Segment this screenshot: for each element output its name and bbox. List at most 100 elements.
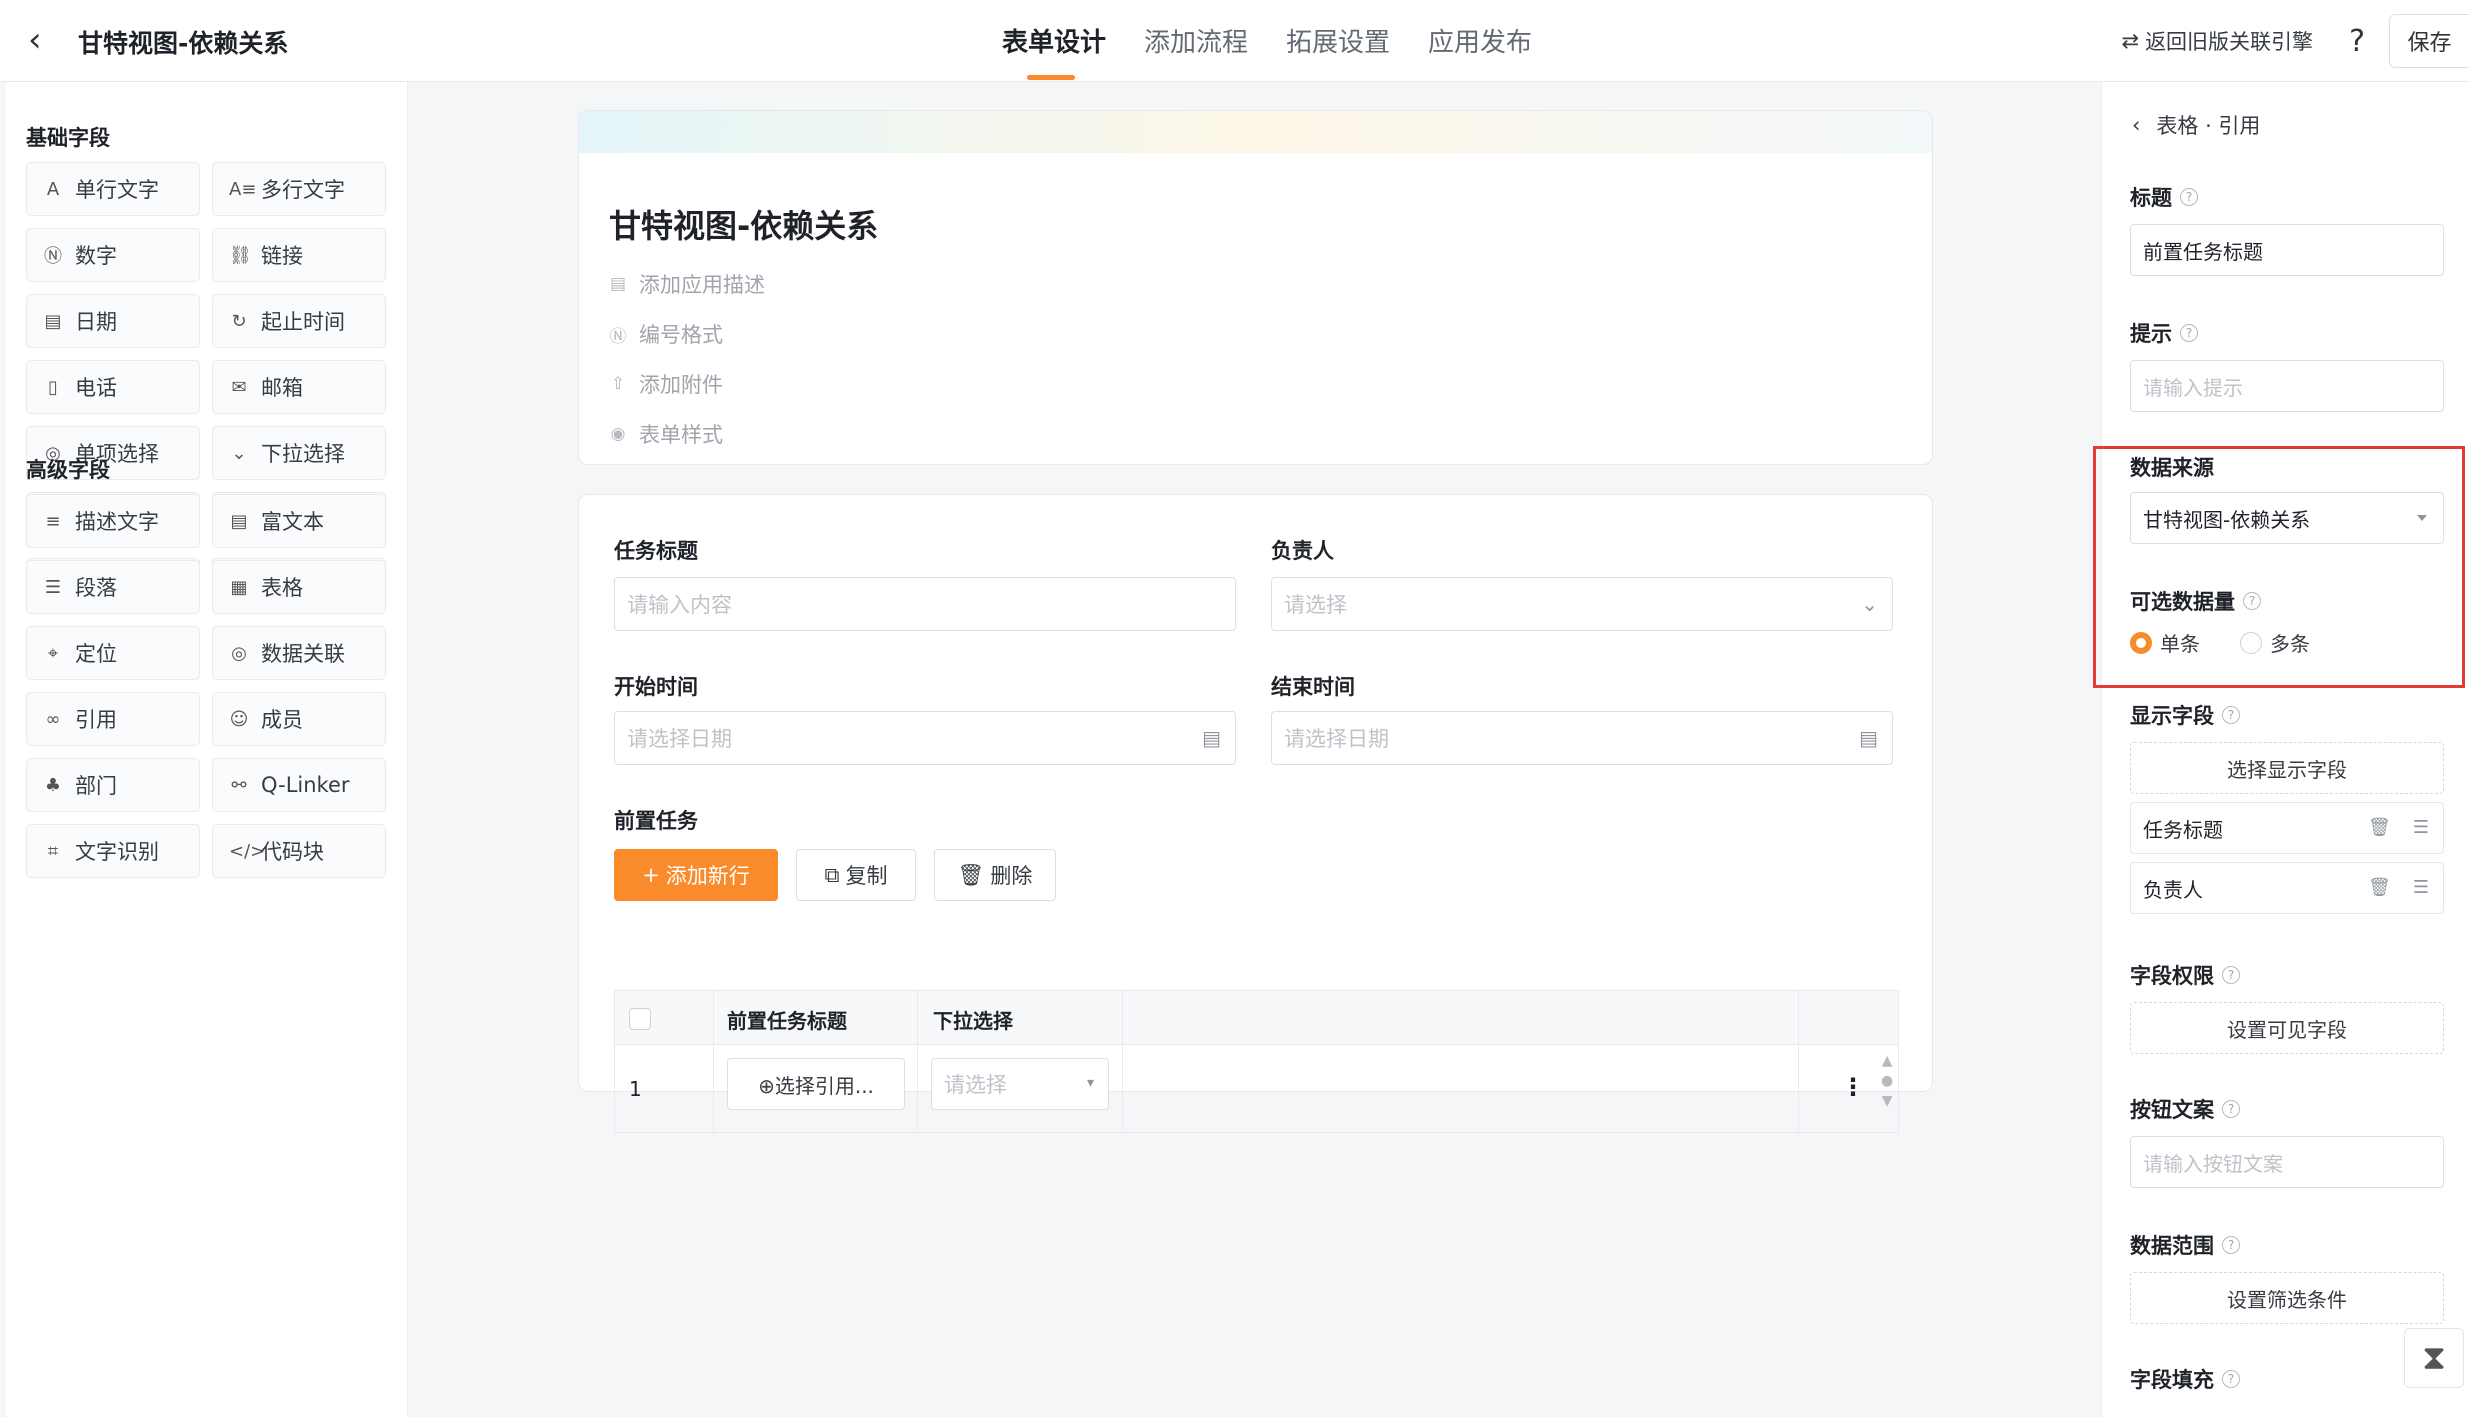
copy-icon: ⧉	[824, 862, 840, 887]
title-property-label: 标题?	[2130, 182, 2198, 212]
field-type-icon: ⌄	[231, 442, 247, 464]
question-icon: ?	[2222, 1236, 2240, 1254]
tab-form-design[interactable]: 表单设计	[1002, 22, 1106, 80]
advanced-field-button[interactable]: ⚯ Q-Linker	[212, 758, 386, 812]
hint-property-label: 提示?	[2130, 318, 2198, 348]
field-type-icon: ◎	[231, 642, 247, 664]
hint-property-input[interactable]: 请输入提示	[2130, 360, 2444, 412]
add-row-button[interactable]: + 添加新行	[614, 849, 778, 901]
title-property-input[interactable]: 前置任务标题	[2130, 224, 2444, 276]
end-date-picker[interactable]: 请选择日期 ▤	[1271, 711, 1893, 765]
select-all-checkbox[interactable]	[629, 1008, 651, 1030]
field-type-label: 数字	[75, 244, 117, 268]
basic-field-button[interactable]: ↻ 起止时间	[212, 294, 386, 348]
advanced-field-button[interactable]: ◎ 数据关联	[212, 626, 386, 680]
basic-field-button[interactable]: A 单行文字	[26, 162, 200, 216]
scrollbar[interactable]: ▲ ● ▼	[1881, 1051, 1893, 1111]
drag-handle-icon[interactable]: ☰	[2413, 817, 2429, 838]
field-type-label: 定位	[75, 642, 117, 666]
advanced-field-button[interactable]: ☺ 成员	[212, 692, 386, 746]
field-type-icon: ≡	[45, 510, 61, 532]
select-display-fields-button[interactable]: 选择显示字段	[2130, 742, 2444, 794]
button-text-input[interactable]: 请输入按钮文案	[2130, 1136, 2444, 1188]
more-vertical-icon[interactable]: ⋮	[1841, 1073, 1865, 1101]
basic-field-button[interactable]: ▯ 电话	[26, 360, 200, 414]
legacy-engine-link[interactable]: ⇄ 返回旧版关联引擎	[2121, 26, 2313, 56]
advanced-field-button[interactable]: ♣ 部门	[26, 758, 200, 812]
advanced-field-button[interactable]: </> 代码块	[212, 824, 386, 878]
basic-field-button[interactable]: ⌄ 下拉选择	[212, 426, 386, 480]
display-field-item[interactable]: 任务标题 🗑 ☰	[2130, 802, 2444, 854]
delete-row-button[interactable]: 🗑 删除	[934, 849, 1056, 901]
add-row-label: 添加新行	[665, 864, 750, 888]
advanced-field-button[interactable]: ⌗ 文字识别	[26, 824, 200, 878]
caret-down-icon: ▾	[1086, 1075, 1094, 1091]
row-index: 1	[629, 1077, 642, 1101]
advanced-field-button[interactable]: ☰ 段落	[26, 560, 200, 614]
basic-field-button[interactable]: ⛓ 链接	[212, 228, 386, 282]
assignee-select[interactable]: 请选择 ⌄	[1271, 577, 1893, 631]
form-style-link[interactable]: ◉ 表单样式	[609, 419, 723, 449]
field-type-label: 段落	[75, 576, 117, 600]
start-date-picker[interactable]: 请选择日期 ▤	[614, 711, 1236, 765]
hourglass-icon[interactable]: ⧗	[2404, 1328, 2464, 1388]
upload-icon: ⇧	[610, 374, 626, 394]
field-type-icon: ☺	[229, 708, 249, 730]
comment-icon: ▤	[609, 274, 627, 294]
breadcrumb-label: 表格 · 引用	[2156, 114, 2261, 138]
field-type-label: 文字识别	[75, 840, 159, 864]
task-title-input[interactable]: 请输入内容	[614, 577, 1236, 631]
start-time-label: 开始时间	[614, 675, 698, 699]
set-filter-button[interactable]: 设置筛选条件	[2130, 1272, 2444, 1324]
display-field-item[interactable]: 负责人 🗑 ☰	[2130, 862, 2444, 914]
advanced-field-button[interactable]: ≡ 描述文字	[26, 494, 200, 548]
field-type-icon: ⚯	[231, 774, 247, 796]
question-icon: ?	[2222, 966, 2240, 984]
basic-field-button[interactable]: Ⓝ 数字	[26, 228, 200, 282]
trash-icon[interactable]: 🗑	[2368, 817, 2391, 838]
start-date-placeholder: 请选择日期	[627, 727, 732, 751]
top-header: ‹ 甘特视图-依赖关系 表单设计 添加流程 拓展设置 应用发布 ⇄ 返回旧版关联…	[0, 0, 2469, 82]
back-chevron-icon[interactable]: ‹	[28, 22, 42, 58]
save-button[interactable]: 保存	[2389, 14, 2469, 68]
drag-handle-icon[interactable]: ☰	[2413, 877, 2429, 898]
main-tabs: 表单设计 添加流程 拓展设置 应用发布	[1002, 22, 1532, 80]
column-header-ref-title: 前置任务标题	[727, 1009, 847, 1033]
palette-icon: ◉	[610, 424, 626, 444]
tab-publish[interactable]: 应用发布	[1428, 22, 1532, 80]
field-type-icon: ⛓	[229, 244, 252, 266]
field-type-label: 电话	[75, 376, 117, 400]
help-icon[interactable]: ?	[2349, 24, 2365, 59]
trash-icon: 🗑	[957, 862, 985, 887]
tab-add-flow[interactable]: 添加流程	[1144, 22, 1248, 80]
basic-field-button[interactable]: A≡ 多行文字	[212, 162, 386, 216]
button-text-label: 按钮文案?	[2130, 1094, 2240, 1124]
trash-icon[interactable]: 🗑	[2368, 877, 2391, 898]
advanced-field-button[interactable]: ∞ 引用	[26, 692, 200, 746]
task-title-label: 任务标题	[614, 539, 698, 563]
advanced-field-button[interactable]: ▦ 表格	[212, 560, 386, 614]
basic-field-button[interactable]: ▤ 日期	[26, 294, 200, 348]
field-type-label: 邮箱	[261, 376, 303, 400]
question-icon: ?	[2180, 188, 2198, 206]
set-visible-fields-button[interactable]: 设置可见字段	[2130, 1002, 2444, 1054]
basic-field-button[interactable]: ✉ 邮箱	[212, 360, 386, 414]
swap-icon: ⇄	[2121, 29, 2140, 53]
row-dropdown-select[interactable]: 请选择 ▾	[931, 1058, 1109, 1110]
tab-extend-settings[interactable]: 拓展设置	[1286, 22, 1390, 80]
number-format-link[interactable]: Ⓝ 编号格式	[609, 319, 724, 349]
field-fill-label: 字段填充?	[2130, 1364, 2240, 1394]
select-reference-button[interactable]: ⊕选择引用...	[727, 1058, 905, 1110]
breadcrumb[interactable]: ‹ 表格 · 引用	[2132, 110, 2260, 140]
chevron-down-icon: ⌄	[1861, 592, 1878, 616]
copy-row-button[interactable]: ⧉ 复制	[796, 849, 916, 901]
field-type-icon: Ⓝ	[44, 246, 62, 267]
advanced-field-button[interactable]: ▤ 富文本	[212, 494, 386, 548]
add-description-link[interactable]: ▤ 添加应用描述	[609, 269, 765, 299]
add-attachment-link[interactable]: ⇧ 添加附件	[609, 369, 723, 399]
assignee-placeholder: 请选择	[1284, 593, 1347, 617]
advanced-field-button[interactable]: ⌖ 定位	[26, 626, 200, 680]
subtable-header: 前置任务标题 下拉选择	[615, 991, 1898, 1045]
field-type-icon: ♣	[44, 774, 62, 796]
field-type-label: 数据关联	[261, 642, 345, 666]
